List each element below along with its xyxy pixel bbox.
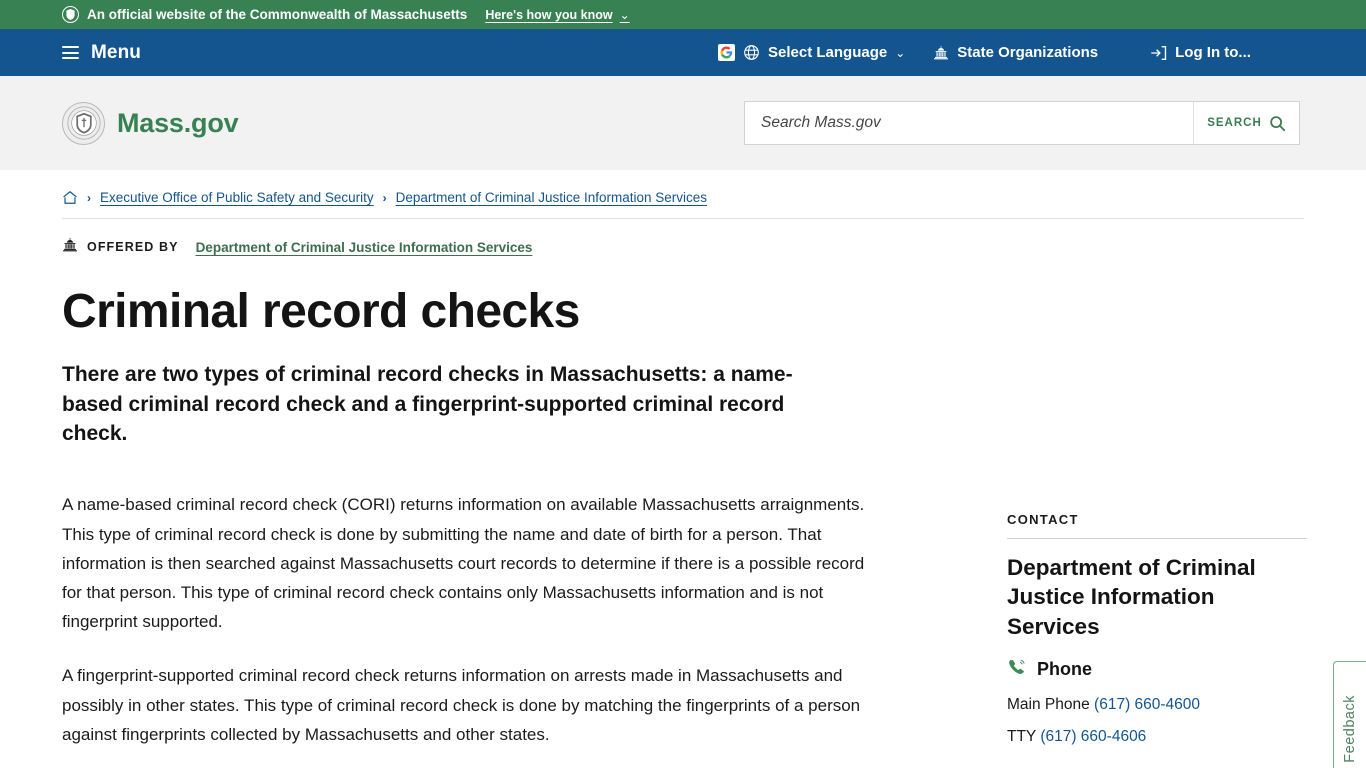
login-arrow-icon — [1150, 45, 1167, 61]
search-button-label: SEARCH — [1207, 117, 1262, 129]
page-content: › Executive Office of Public Safety and … — [0, 170, 1366, 768]
utility-nav-items: Select Language ⌄ State Organizations Lo… — [718, 44, 1251, 61]
select-language-label: Select Language — [768, 44, 888, 61]
official-site-banner: An official website of the Commonwealth … — [0, 0, 1366, 29]
site-header: Mass.gov SEARCH — [0, 76, 1366, 170]
phone-icon — [1007, 658, 1026, 682]
capitol-icon — [933, 45, 949, 60]
main-phone-number[interactable]: (617) 660-4600 — [1094, 696, 1200, 713]
breadcrumb-item-dcjis[interactable]: Department of Criminal Justice Informati… — [396, 190, 707, 205]
tty-phone-line: TTY (617) 660-4606 — [1007, 728, 1307, 746]
contact-card: CONTACT Department of Criminal Justice I… — [1007, 257, 1307, 746]
mass-gov-logo[interactable]: Mass.gov — [62, 101, 239, 145]
state-organizations-label: State Organizations — [957, 44, 1099, 61]
menu-button-label: Menu — [91, 41, 142, 63]
content-grid: Criminal record checks There are two typ… — [62, 257, 1307, 749]
log-in-button[interactable]: Log In to... — [1150, 44, 1251, 61]
feedback-tab[interactable]: Feedback — [1333, 661, 1366, 768]
search-button[interactable]: SEARCH — [1193, 102, 1299, 144]
contact-agency-name: Department of Criminal Justice Informati… — [1007, 555, 1256, 639]
breadcrumb: › Executive Office of Public Safety and … — [62, 170, 1304, 219]
contact-kicker: CONTACT — [1007, 512, 1307, 539]
offered-by-agency-link[interactable]: Department of Criminal Justice Informati… — [196, 240, 533, 255]
main-phone-line: Main Phone (617) 660-4600 — [1007, 696, 1307, 714]
main-column: Criminal record checks There are two typ… — [62, 257, 877, 749]
sidebar: CONTACT Department of Criminal Justice I… — [1007, 257, 1307, 749]
chevron-down-icon: ⌄ — [619, 7, 630, 22]
how-you-know-label: Here's how you know — [485, 7, 613, 22]
breadcrumb-separator: › — [382, 190, 387, 205]
body-paragraph-2: A fingerprint-supported criminal record … — [62, 666, 861, 744]
state-organizations-link[interactable]: State Organizations — [933, 44, 1098, 61]
contact-phone-heading: Phone — [1007, 658, 1307, 682]
chevron-down-icon: ⌄ — [895, 45, 906, 60]
offered-by: OFFERED BY Department of Criminal Justic… — [62, 219, 1304, 257]
breadcrumb-separator: › — [87, 190, 91, 205]
menu-button[interactable]: Menu — [62, 42, 141, 64]
tty-phone-number[interactable]: (617) 660-4606 — [1040, 728, 1146, 745]
body-paragraph-1: A name-based criminal record check (CORI… — [62, 495, 865, 632]
offered-by-label: OFFERED BY — [87, 240, 179, 254]
main-phone-label: Main Phone — [1007, 695, 1090, 713]
search-input[interactable] — [745, 102, 1193, 144]
official-site-text: An official website of the Commonwealth … — [87, 7, 468, 22]
state-seal-icon — [62, 6, 79, 23]
magnifier-icon — [1269, 115, 1286, 132]
capitol-icon — [62, 237, 78, 257]
phone-heading-label: Phone — [1037, 659, 1093, 680]
search-bar: SEARCH — [744, 101, 1300, 145]
mass-gov-wordmark: Mass.gov — [117, 107, 239, 138]
how-you-know-toggle[interactable]: Here's how you know ⌄ — [485, 8, 629, 22]
home-icon[interactable] — [62, 190, 78, 205]
breadcrumb-item-eopss[interactable]: Executive Office of Public Safety and Se… — [100, 190, 374, 205]
feedback-label: Feedback — [1342, 694, 1358, 763]
page-lede: There are two types of criminal record c… — [62, 362, 793, 446]
log-in-label: Log In to... — [1175, 44, 1251, 61]
select-language-button[interactable]: Select Language ⌄ — [718, 44, 905, 61]
globe-icon — [743, 44, 760, 61]
massachusetts-seal-icon — [62, 101, 105, 145]
hamburger-icon — [62, 46, 79, 59]
page-title: Criminal record checks — [62, 285, 580, 338]
utility-navigation: Menu Select Language ⌄ State Organizatio… — [0, 29, 1366, 76]
tty-label: TTY — [1007, 727, 1036, 745]
google-translate-icon — [718, 44, 735, 61]
